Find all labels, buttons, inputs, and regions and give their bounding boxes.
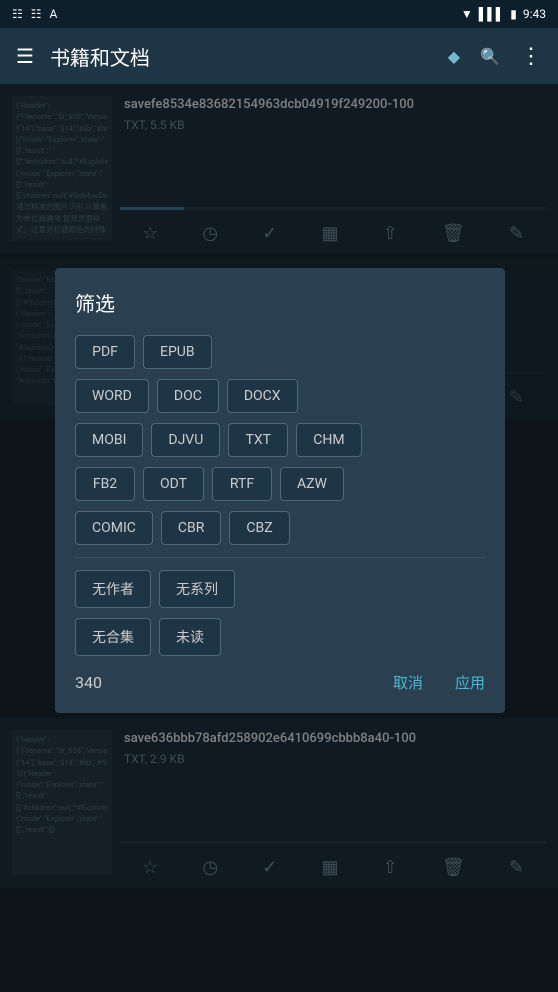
filter-chip-cbz[interactable]: CBZ — [229, 511, 289, 545]
filter-chip-word[interactable]: WORD — [75, 379, 149, 413]
filter-chip-fb2[interactable]: FB2 — [75, 467, 135, 501]
app-bar: 书籍和文档 ◆ 🔍 ⋮ — [0, 28, 558, 84]
battery-icon: ▮ — [510, 7, 517, 21]
filter-chip-comic[interactable]: COMIC — [75, 511, 153, 545]
filter-chip-djvu[interactable]: DJVU — [151, 423, 220, 457]
filter-chip-mobi[interactable]: MOBI — [75, 423, 143, 457]
diamond-icon[interactable]: ◆ — [448, 47, 460, 66]
notification-icon-3: A — [50, 7, 58, 21]
filter-chip-no-series[interactable]: 无系列 — [159, 570, 235, 608]
filter-chip-docx[interactable]: DOCX — [227, 379, 298, 413]
status-bar: ☷ ☷ A ▼ ▌▌▌ ▮ 9:43 — [0, 0, 558, 28]
filter-chip-no-author[interactable]: 无作者 — [75, 570, 151, 608]
filter-dialog: 筛选 PDF EPUB WORD DOC DOCX MOBI DJVU TXT … — [55, 268, 505, 713]
filter-footer: 340 取消 应用 — [75, 672, 485, 693]
status-left-icons: ☷ ☷ A — [12, 7, 57, 21]
filter-cancel-button[interactable]: 取消 — [393, 672, 423, 693]
filter-divider — [75, 557, 485, 558]
filter-title: 筛选 — [75, 288, 485, 317]
filter-format-row-2: WORD DOC DOCX — [75, 379, 485, 413]
wifi-icon: ▼ — [461, 7, 473, 21]
notification-icon-2: ☷ — [31, 7, 42, 21]
filter-footer-actions: 取消 应用 — [393, 672, 485, 693]
filter-chip-unread[interactable]: 未读 — [159, 618, 221, 656]
search-icon[interactable]: 🔍 — [480, 47, 500, 66]
filter-chip-azw[interactable]: AZW — [280, 467, 344, 501]
filter-format-row-5: COMIC CBR CBZ — [75, 511, 485, 545]
filter-meta-row-2: 无合集 未读 — [75, 618, 485, 656]
filter-chip-pdf[interactable]: PDF — [75, 335, 135, 369]
notification-icon-1: ☷ — [12, 7, 23, 21]
filter-chip-chm[interactable]: CHM — [296, 423, 361, 457]
filter-count: 340 — [75, 673, 102, 692]
menu-icon[interactable] — [16, 44, 34, 68]
filter-chip-odt[interactable]: ODT — [143, 467, 204, 501]
page-title: 书籍和文档 — [50, 42, 432, 71]
app-bar-actions: ◆ 🔍 ⋮ — [448, 44, 542, 69]
filter-apply-button[interactable]: 应用 — [455, 672, 485, 693]
filter-format-row-1: PDF EPUB — [75, 335, 485, 369]
filter-chip-epub[interactable]: EPUB — [143, 335, 212, 369]
status-right-icons: ▼ ▌▌▌ ▮ 9:43 — [461, 7, 546, 21]
filter-meta-row-1: 无作者 无系列 — [75, 570, 485, 608]
filter-chip-no-collection[interactable]: 无合集 — [75, 618, 151, 656]
filter-format-row-3: MOBI DJVU TXT CHM — [75, 423, 485, 457]
signal-icon: ▌▌▌ — [479, 7, 505, 21]
filter-chip-cbr[interactable]: CBR — [161, 511, 221, 545]
filter-format-row-4: FB2 ODT RTF AZW — [75, 467, 485, 501]
more-icon[interactable]: ⋮ — [520, 44, 542, 69]
filter-chip-txt[interactable]: TXT — [228, 423, 288, 457]
filter-chip-doc[interactable]: DOC — [157, 379, 219, 413]
filter-chip-rtf[interactable]: RTF — [212, 467, 272, 501]
time-display: 9:43 — [523, 7, 546, 21]
